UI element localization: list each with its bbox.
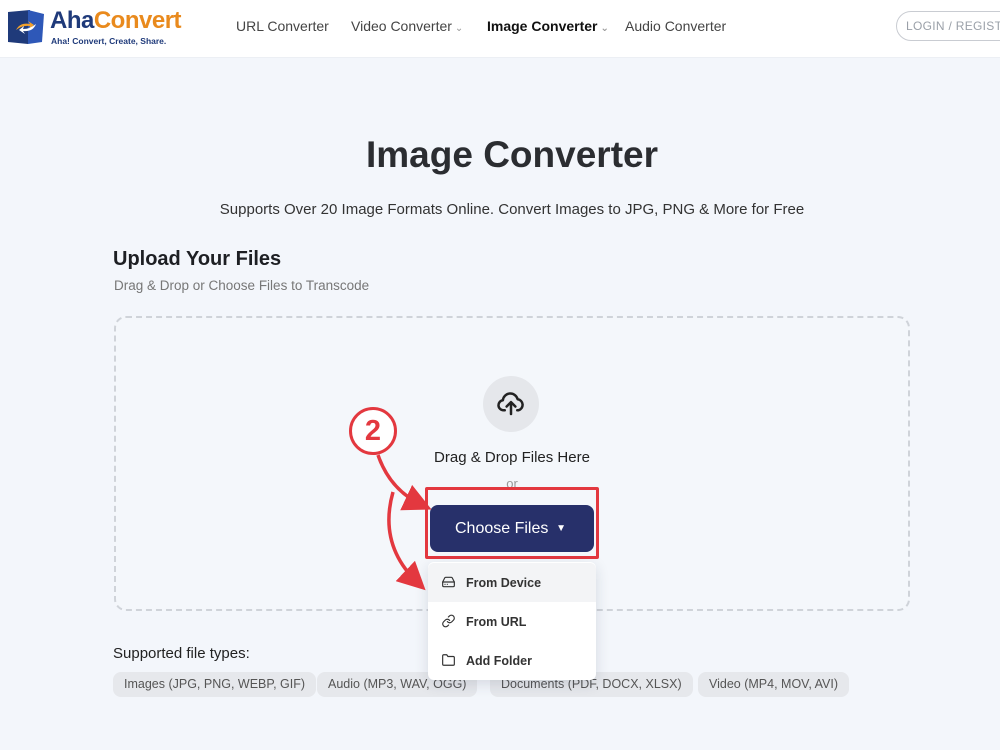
logo-wordmark: AhaConvert bbox=[50, 7, 182, 34]
file-type-chip-video: Video (MP4, MOV, AVI) bbox=[698, 672, 849, 697]
upload-section-subtitle: Drag & Drop or Choose Files to Transcode bbox=[114, 278, 370, 293]
annotation-highlight-box bbox=[425, 487, 599, 559]
logo[interactable]: AhaConvert Aha! Convert, Create, Share. bbox=[6, 6, 186, 48]
login-register-button[interactable]: LOGIN / REGISTER bbox=[896, 11, 1000, 41]
logo-tagline: Aha! Convert, Create, Share. bbox=[51, 36, 167, 46]
supported-types-label: Supported file types: bbox=[113, 645, 250, 662]
choose-files-dropdown-menu: From Device From URL Add Folder bbox=[428, 562, 596, 680]
nav-audio-converter[interactable]: Audio Converter bbox=[625, 18, 726, 34]
chevron-down-icon: ⌄ bbox=[454, 23, 464, 34]
menu-item-add-folder[interactable]: Add Folder bbox=[428, 641, 596, 680]
drag-drop-text: Drag & Drop Files Here bbox=[434, 449, 590, 466]
site-header: AhaConvert Aha! Convert, Create, Share. … bbox=[0, 0, 1000, 58]
nav-url-converter[interactable]: URL Converter bbox=[236, 18, 329, 34]
folder-icon bbox=[442, 654, 455, 666]
link-icon bbox=[442, 614, 455, 628]
nav-image-converter[interactable]: Image Converter ⌄ bbox=[487, 18, 609, 34]
hard-drive-icon bbox=[442, 576, 455, 588]
menu-item-from-device[interactable]: From Device bbox=[428, 563, 596, 602]
cloud-upload-icon bbox=[483, 376, 539, 432]
page-title: Image Converter bbox=[366, 134, 658, 175]
page-subtitle: Supports Over 20 Image Formats Online. C… bbox=[219, 201, 805, 218]
annotation-step-badge: 2 bbox=[349, 407, 397, 455]
chevron-down-icon: ⌄ bbox=[600, 23, 609, 34]
menu-item-from-url[interactable]: From URL bbox=[428, 602, 596, 641]
file-type-chip-images: Images (JPG, PNG, WEBP, GIF) bbox=[113, 672, 317, 697]
upload-section-title: Upload Your Files bbox=[113, 248, 282, 270]
nav-video-converter[interactable]: Video Converter ⌄ bbox=[351, 18, 463, 34]
logo-icon bbox=[8, 10, 44, 44]
